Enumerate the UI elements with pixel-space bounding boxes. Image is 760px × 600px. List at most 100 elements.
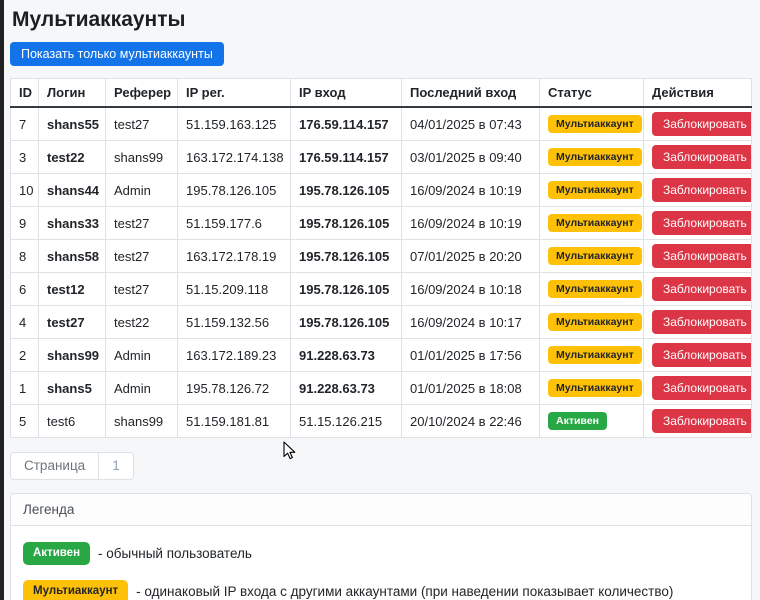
pagination-label: Страница [10,452,100,480]
status-badge[interactable]: Мультиаккаунт [548,180,642,200]
accounts-table: ID Логин Реферер IP рег. IP вход Последн… [10,78,752,438]
block-button[interactable]: Заблокировать [652,343,751,367]
legend-badge-warning: Мультиаккаунт [23,580,129,600]
status-cell: Мультиаккаунт [539,140,644,174]
referrer-cell: test22 [105,305,178,339]
status-badge[interactable]: Мультиаккаунт [548,246,642,266]
column-header-status: Статус [539,78,644,108]
legend-items: Активен - обычный пользователь Мультиаккау… [11,526,751,600]
ip-login-cell: 91.228.63.73 [290,338,402,372]
ip-login-cell: 51.15.126.215 [290,404,402,438]
column-header-ip-reg: IP рег. [177,78,291,108]
last-login-cell: 07/01/2025 в 20:20 [401,239,540,273]
id-cell: 1 [10,371,39,405]
ip-login-cell: 195.78.126.105 [290,206,402,240]
id-cell: 3 [10,140,39,174]
actions-cell: Заблокировать [643,338,752,372]
status-badge[interactable]: Мультиаккаунт [548,312,642,332]
status-badge[interactable]: Мультиаккаунт [548,114,642,134]
login-cell: shans99 [38,338,106,372]
status-badge[interactable]: Мультиаккаунт [548,345,642,365]
pagination-page-1[interactable]: 1 [99,452,134,480]
status-badge[interactable]: Мультиаккаунт [548,378,642,398]
ip-login-cell: 195.78.126.105 [290,305,402,339]
status-cell: Мультиаккаунт [539,338,644,372]
block-button[interactable]: Заблокировать [652,112,751,136]
ip-reg-cell: 195.78.126.72 [177,371,291,405]
ip-reg-cell: 51.159.181.81 [177,404,291,438]
column-header-ip-login: IP вход [290,78,402,108]
id-cell: 4 [10,305,39,339]
referrer-cell: test27 [105,239,178,273]
table-row: 2 shans99 Admin 163.172.189.23 91.228.63.73 0… [10,338,752,372]
legend-item: Мультиаккаунт - одинаковый IP входа с дру… [23,580,739,600]
last-login-cell: 04/01/2025 в 07:43 [401,106,540,141]
status-badge[interactable]: Мультиаккаунт [548,213,642,233]
status-cell: Мультиаккаунт [539,206,644,240]
block-button[interactable]: Заблокировать [652,310,751,334]
ip-login-cell: 195.78.126.105 [290,173,402,207]
table-row: 9 shans33 test27 51.159.177.6 195.78.126.105… [10,206,752,240]
table-row: 8 shans58 test27 163.172.178.19 195.78.126.1… [10,239,752,273]
login-cell: test12 [38,272,106,306]
block-button[interactable]: Заблокировать [652,409,751,433]
status-cell: Мультиаккаунт [539,239,644,273]
actions-cell: Заблокировать [643,106,752,141]
actions-cell: Заблокировать [643,371,752,405]
status-badge: Активен [548,411,607,431]
ip-reg-cell: 51.159.163.125 [177,106,291,141]
legend-item: Активен - обычный пользователь [23,541,739,565]
actions-cell: Заблокировать [643,140,752,174]
table-row: 6 test12 test27 51.15.209.118 195.78.126.105… [10,272,752,306]
legend-badge-success: Активен [23,541,91,565]
login-cell: test27 [38,305,106,339]
ip-reg-cell: 163.172.189.23 [177,338,291,372]
table-row: 1 shans5 Admin 195.78.126.72 91.228.63.73 01/… [10,371,752,405]
ip-reg-cell: 51.15.209.118 [177,272,291,306]
status-cell: Активен [539,404,644,438]
login-cell: shans58 [38,239,106,273]
column-header-referrer: Реферер [105,78,178,108]
column-header-id: ID [10,78,39,108]
table-row: 5 test6 shans99 51.159.181.81 51.15.126.215 2… [10,404,752,438]
column-header-login: Логин [38,78,106,108]
status-badge[interactable]: Мультиаккаунт [548,279,642,299]
ip-reg-cell: 195.78.126.105 [177,173,291,207]
actions-cell: Заблокировать [643,404,752,438]
legend-title: Легенда [11,493,751,526]
referrer-cell: shans99 [105,404,178,438]
legend-item-text: - обычный пользователь [98,545,252,561]
ip-login-cell: 176.59.114.157 [290,106,402,141]
id-cell: 5 [10,404,39,438]
last-login-cell: 16/09/2024 в 10:19 [401,173,540,207]
legend-card: Легенда Активен - обычный пользователь Мул… [10,492,752,600]
login-cell: shans33 [38,206,106,240]
show-multiaccounts-button[interactable]: Показать только мультиаккаунты [10,42,224,66]
ip-reg-cell: 51.159.177.6 [177,206,291,240]
last-login-cell: 20/10/2024 в 22:46 [401,404,540,438]
id-cell: 6 [10,272,39,306]
table-row: 4 test27 test22 51.159.132.56 195.78.126.105… [10,305,752,339]
login-cell: shans5 [38,371,106,405]
block-button[interactable]: Заблокировать [652,211,751,235]
table-row: 3 test22 shans99 163.172.174.138 176.59.114.… [10,140,752,174]
last-login-cell: 01/01/2025 в 17:56 [401,338,540,372]
ip-reg-cell: 163.172.178.19 [177,239,291,273]
block-button[interactable]: Заблокировать [652,178,751,202]
id-cell: 8 [10,239,39,273]
ip-login-cell: 195.78.126.105 [290,272,402,306]
actions-cell: Заблокировать [643,206,752,240]
status-cell: Мультиаккаунт [539,106,644,141]
block-button[interactable]: Заблокировать [652,244,751,268]
ip-login-cell: 195.78.126.105 [290,239,402,273]
block-button[interactable]: Заблокировать [652,277,751,301]
block-button[interactable]: Заблокировать [652,376,751,400]
table-row: 7 shans55 test27 51.159.163.125 176.59.114.1… [10,106,752,141]
block-button[interactable]: Заблокировать [652,145,751,169]
referrer-cell: test27 [105,272,178,306]
login-cell: shans55 [38,106,106,141]
status-badge[interactable]: Мультиаккаунт [548,147,642,167]
id-cell: 10 [10,173,39,207]
last-login-cell: 16/09/2024 в 10:17 [401,305,540,339]
actions-cell: Заблокировать [643,239,752,273]
